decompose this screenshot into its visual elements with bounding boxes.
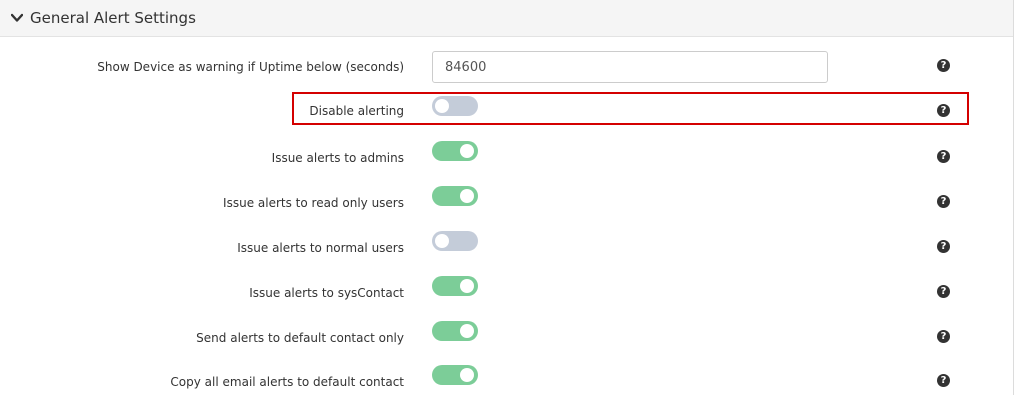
setting-row-uptime-warning: Show Device as warning if Uptime below (… xyxy=(0,51,1013,83)
toggle-knob xyxy=(460,324,474,338)
toggle-knob xyxy=(460,368,474,382)
highlight-box xyxy=(292,92,969,125)
question-circle-icon[interactable]: ? xyxy=(937,374,950,387)
setting-label: Issue alerts to sysContact xyxy=(249,286,404,300)
setting-label: Issue alerts to read only users xyxy=(223,196,404,210)
default-contact-only-toggle[interactable] xyxy=(432,321,478,341)
setting-label: Issue alerts to admins xyxy=(271,151,404,165)
setting-label: Show Device as warning if Uptime below (… xyxy=(97,60,404,74)
setting-label: Send alerts to default contact only xyxy=(196,331,404,345)
panel-title: General Alert Settings xyxy=(30,9,196,27)
setting-row-alerts-syscontact: Issue alerts to sysContact ? xyxy=(0,275,1013,305)
question-circle-icon[interactable]: ? xyxy=(937,59,950,72)
question-circle-icon[interactable]: ? xyxy=(937,195,950,208)
alerts-readonly-toggle[interactable] xyxy=(432,186,478,206)
toggle-knob xyxy=(460,144,474,158)
setting-row-default-contact-only: Send alerts to default contact only ? xyxy=(0,320,1013,350)
alerts-admins-toggle[interactable] xyxy=(432,141,478,161)
panel-header[interactable]: General Alert Settings xyxy=(0,0,1013,37)
question-circle-icon[interactable]: ? xyxy=(937,240,950,253)
alerts-normal-toggle[interactable] xyxy=(432,231,478,251)
setting-row-alerts-normal: Issue alerts to normal users ? xyxy=(0,230,1013,260)
toggle-knob xyxy=(435,234,449,248)
setting-label: Copy all email alerts to default contact xyxy=(170,375,404,389)
chevron-down-icon[interactable] xyxy=(11,13,23,23)
toggle-knob xyxy=(460,279,474,293)
alert-settings-panel: General Alert Settings Show Device as wa… xyxy=(0,0,1014,395)
setting-row-alerts-readonly: Issue alerts to read only users ? xyxy=(0,185,1013,215)
question-circle-icon[interactable]: ? xyxy=(937,150,950,163)
toggle-knob xyxy=(460,189,474,203)
setting-row-copy-email-default: Copy all email alerts to default contact… xyxy=(0,364,1013,394)
alerts-syscontact-toggle[interactable] xyxy=(432,276,478,296)
uptime-threshold-input[interactable] xyxy=(432,51,828,83)
setting-label: Issue alerts to normal users xyxy=(237,241,404,255)
copy-email-default-toggle[interactable] xyxy=(432,365,478,385)
setting-row-alerts-admins: Issue alerts to admins ? xyxy=(0,140,1013,170)
question-circle-icon[interactable]: ? xyxy=(937,285,950,298)
question-circle-icon[interactable]: ? xyxy=(937,330,950,343)
